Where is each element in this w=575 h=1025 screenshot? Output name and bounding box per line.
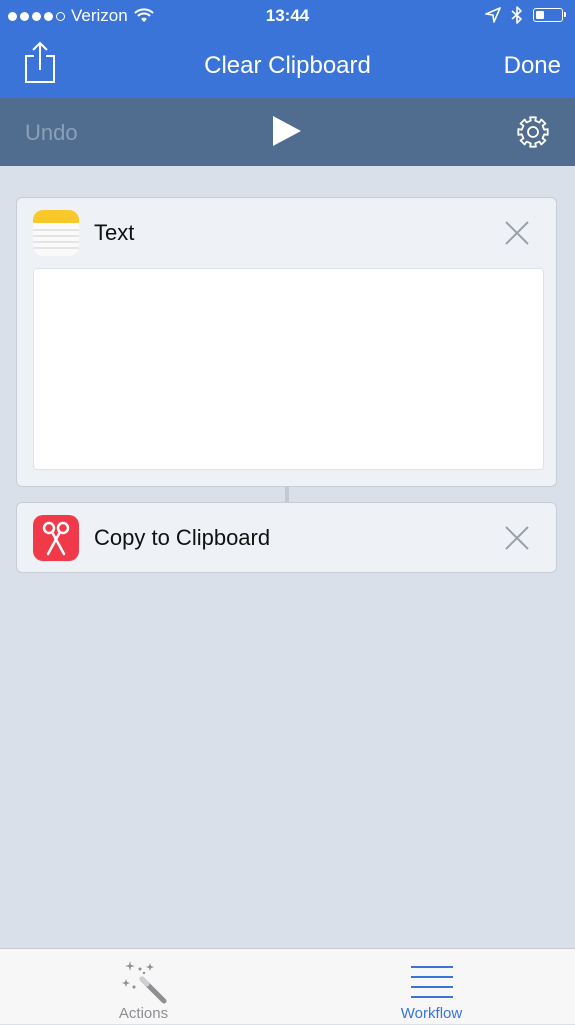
done-button[interactable]: Done (504, 52, 561, 80)
tab-bar: Actions Workflow (0, 948, 575, 1024)
close-icon[interactable] (504, 220, 530, 246)
play-icon[interactable] (270, 114, 304, 148)
undo-button[interactable]: Undo (25, 120, 78, 146)
magic-wand-icon (122, 961, 167, 1004)
location-icon (485, 7, 501, 23)
tab-label: Workflow (400, 1005, 463, 1022)
action-title: Copy to Clipboard (94, 525, 271, 550)
workflow-title: Clear Clipboard (204, 52, 371, 79)
workflow-toolbar: Undo (0, 98, 575, 166)
scissors-icon (33, 515, 79, 561)
notes-icon (33, 210, 79, 256)
nav-bar: Clear Clipboard Done (0, 32, 575, 98)
action-title: Text (94, 220, 135, 245)
text-action-card[interactable]: Text (16, 197, 557, 487)
bluetooth-icon (511, 6, 522, 24)
text-input[interactable] (33, 268, 544, 470)
close-icon[interactable] (504, 525, 530, 551)
battery-icon (533, 8, 566, 22)
status-bar: Verizon 13:44 (0, 0, 575, 32)
list-icon (411, 966, 453, 998)
tab-actions[interactable]: Actions (0, 949, 287, 1025)
tab-workflow[interactable]: Workflow (288, 949, 575, 1025)
gear-icon[interactable] (515, 114, 551, 150)
action-connector (285, 487, 289, 502)
status-right (485, 6, 566, 24)
tab-label: Actions (118, 1005, 169, 1022)
copy-to-clipboard-card[interactable]: Copy to Clipboard (16, 502, 557, 573)
